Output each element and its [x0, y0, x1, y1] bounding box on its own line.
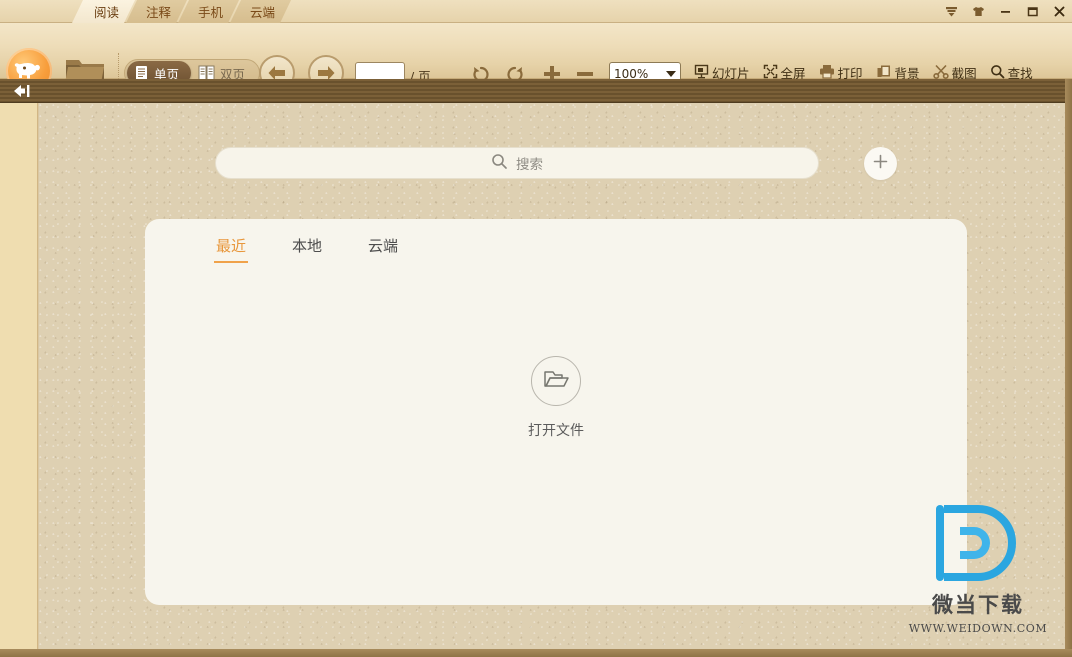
files-tab-cloud[interactable]: 云端: [368, 235, 398, 263]
maximize-icon[interactable]: [1025, 5, 1039, 19]
tshirt-icon[interactable]: [971, 5, 985, 19]
open-file-button[interactable]: [531, 356, 581, 406]
module-tabs: 阅读 注释 手机 云端: [72, 0, 282, 23]
tab-cloud-label: 云端: [250, 5, 276, 20]
tab-annotate-label: 注释: [146, 5, 172, 20]
minimize-icon[interactable]: [998, 5, 1012, 19]
window-border-bottom: [0, 649, 1072, 657]
chevron-down-icon: [666, 70, 676, 77]
plus-icon: [872, 153, 889, 174]
files-card: 最近 本地 云端 打开文件: [145, 219, 967, 605]
window-tab-strip: 阅读 注释 手机 云端: [0, 0, 1072, 23]
search-placeholder: 搜索: [516, 157, 543, 173]
close-icon[interactable]: [1052, 5, 1066, 19]
open-file-label: 打开文件: [528, 423, 584, 439]
main-toolbar: 单页 双页 / 页 100% 幻灯片 全屏 打印 背景 截图 查找: [0, 23, 1072, 94]
add-file-button[interactable]: [864, 147, 897, 180]
files-tab-cloud-label: 云端: [368, 237, 399, 255]
main-content: 搜索 最近 本地 云端 打开文件 微当下载 WWW.WEIDOWN.COM: [39, 103, 1065, 649]
panel-bar: [0, 79, 1072, 103]
collapse-left-icon[interactable]: [12, 84, 32, 98]
folder-open-icon: [543, 368, 569, 394]
tab-read-label: 阅读: [94, 5, 120, 20]
files-tab-local[interactable]: 本地: [292, 235, 322, 263]
files-tab-local-label: 本地: [292, 237, 323, 255]
files-tab-recent-label: 最近: [216, 237, 247, 255]
tab-mobile[interactable]: 手机: [178, 0, 239, 23]
files-tabs: 最近 本地 云端: [213, 235, 398, 263]
empty-state: 打开文件: [145, 356, 967, 440]
files-tab-recent[interactable]: 最近: [213, 235, 249, 263]
watermark-url: WWW.WEIDOWN.COM: [908, 622, 1048, 635]
tab-cloud[interactable]: 云端: [230, 0, 291, 23]
search-icon: [491, 153, 508, 174]
tab-read[interactable]: 阅读: [72, 0, 135, 23]
app-window: 阅读 注释 手机 云端 单页 双页 / 页 100% 幻灯片 全屏 打印 背景 …: [0, 0, 1072, 657]
search-input[interactable]: 搜索: [215, 147, 819, 179]
window-border-right: [1065, 79, 1072, 657]
tab-annotate[interactable]: 注释: [126, 0, 187, 23]
tab-mobile-label: 手机: [198, 5, 224, 20]
chevron-down-icon[interactable]: [944, 5, 958, 19]
left-sidebar[interactable]: [0, 103, 38, 649]
window-controls: [944, 0, 1066, 23]
